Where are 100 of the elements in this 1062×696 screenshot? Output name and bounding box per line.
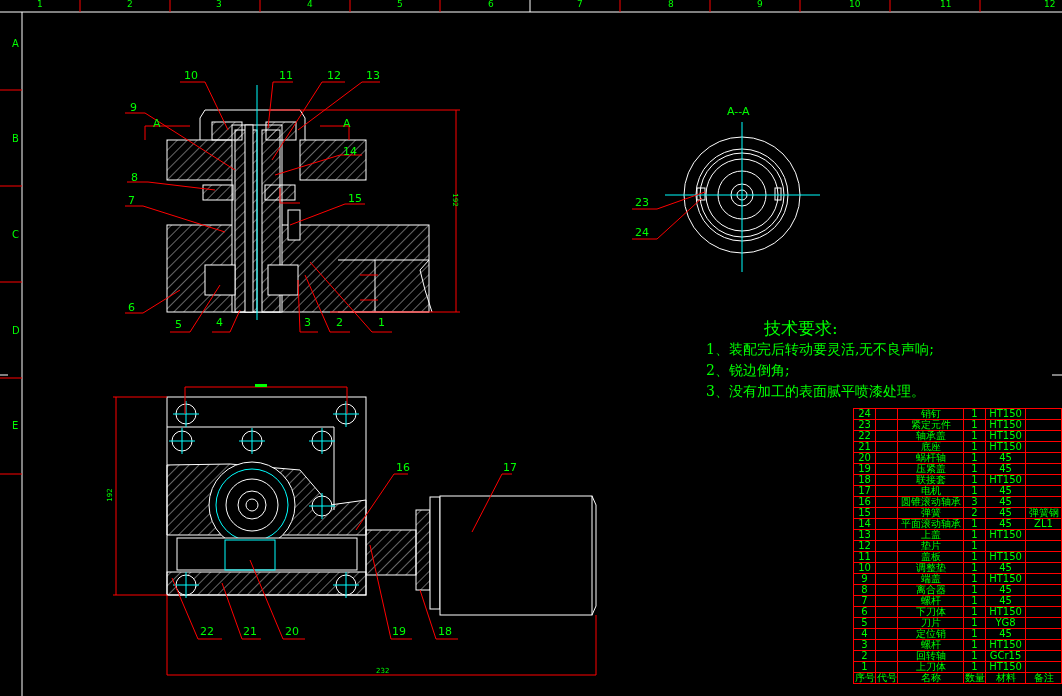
leader-line: [221, 582, 262, 640]
table-cell: 13: [854, 530, 876, 541]
table-cell: HT150: [986, 662, 1026, 673]
table-cell: 8: [854, 585, 876, 596]
callout-number: 13: [366, 70, 380, 82]
callout-number: 10: [184, 70, 198, 82]
callout-number: 18: [438, 626, 452, 638]
grid-column-label: 4: [307, 0, 313, 10]
requirements-title: 技术要求:: [764, 318, 839, 338]
table-cell: [876, 618, 898, 629]
callout-number: 3: [304, 317, 311, 329]
table-cell: 蜗杆轴: [898, 453, 964, 464]
table-cell: HT150: [986, 431, 1026, 442]
table-cell: HT150: [986, 607, 1026, 618]
table-cell: 45: [986, 563, 1026, 574]
callout-number: 12: [327, 70, 341, 82]
table-cell: 16: [854, 497, 876, 508]
table-cell: 下刀体: [898, 607, 964, 618]
table-cell: [1026, 442, 1062, 453]
table-cell: 2: [964, 508, 986, 519]
table-cell: 离合器: [898, 585, 964, 596]
table-cell: 45: [986, 596, 1026, 607]
table-cell: 1: [964, 475, 986, 486]
table-cell: 1: [964, 596, 986, 607]
table-cell: 21: [854, 442, 876, 453]
table-cell: [876, 497, 898, 508]
table-cell: [876, 607, 898, 618]
table-cell: 22: [854, 431, 876, 442]
requirement-text: 3、没有加工的表面腻平喷漆处理。: [706, 382, 926, 401]
table-cell: 1: [964, 431, 986, 442]
callout-number: 24: [635, 227, 649, 239]
callout-number: 4: [216, 317, 223, 329]
callout-number: 5: [175, 319, 182, 331]
callout-number: 19: [392, 626, 406, 638]
table-cell: 20: [854, 453, 876, 464]
table-cell: [876, 585, 898, 596]
table-cell: [1026, 497, 1062, 508]
table-cell: [1026, 464, 1062, 475]
table-cell: [876, 420, 898, 431]
grid-row-label: D: [12, 325, 20, 336]
callout-number: 6: [128, 302, 135, 314]
table-cell: [876, 596, 898, 607]
grid-column-label: 10: [849, 0, 861, 10]
table-cell: 盖板: [898, 552, 964, 563]
table-cell: 电机: [898, 486, 964, 497]
table-cell: [1026, 574, 1062, 585]
table-header: 代号: [876, 673, 898, 684]
table-cell: [876, 662, 898, 673]
table-cell: [876, 552, 898, 563]
table-cell: HT150: [986, 442, 1026, 453]
table-cell: 2: [854, 651, 876, 662]
callout-number: 16: [396, 462, 410, 474]
table-cell: 11: [854, 552, 876, 563]
table-cell: 弹簧钢: [1026, 508, 1062, 519]
table-cell: 弹簧: [898, 508, 964, 519]
table-cell: [876, 563, 898, 574]
table-cell: 45: [986, 629, 1026, 640]
grid-column-label: 8: [668, 0, 674, 10]
table-cell: 压紧盖: [898, 464, 964, 475]
table-cell: [1026, 596, 1062, 607]
callout-number: 14: [343, 146, 357, 158]
table-cell: [1026, 453, 1062, 464]
leader-line: [171, 577, 223, 640]
callout-number: 8: [131, 172, 138, 184]
table-cell: 底座: [898, 442, 964, 453]
table-cell: 轴承盖: [898, 431, 964, 442]
table-cell: HT150: [986, 475, 1026, 486]
table-header: 材料: [986, 673, 1026, 684]
table-cell: 定位销: [898, 629, 964, 640]
table-cell: [876, 475, 898, 486]
table-cell: [876, 486, 898, 497]
leader-line: [419, 589, 459, 640]
table-cell: 19: [854, 464, 876, 475]
table-cell: [1026, 541, 1062, 552]
table-cell: 45: [986, 486, 1026, 497]
callout-number: 15: [348, 193, 362, 205]
table-cell: 12: [854, 541, 876, 552]
section-mark: A: [153, 118, 161, 130]
table-cell: 1: [964, 453, 986, 464]
table-cell: 1: [964, 585, 986, 596]
table-header: 数量: [964, 673, 986, 684]
table-cell: 1: [964, 530, 986, 541]
table-cell: 1: [964, 442, 986, 453]
table-cell: 上刀体: [898, 662, 964, 673]
grid-column-label: 9: [757, 0, 763, 10]
table-cell: 7: [854, 596, 876, 607]
grid-row-label: E: [12, 420, 19, 431]
table-cell: HT150: [986, 409, 1026, 420]
table-cell: 45: [986, 519, 1026, 530]
grid-row-label: B: [12, 133, 19, 144]
table-cell: [1026, 618, 1062, 629]
table-cell: 45: [986, 453, 1026, 464]
table-cell: [1026, 420, 1062, 431]
table-cell: 18: [854, 475, 876, 486]
table-cell: [876, 519, 898, 530]
table-cell: [1026, 431, 1062, 442]
leader-line: [355, 473, 409, 531]
callout-number: 22: [200, 626, 214, 638]
table-cell: [1026, 651, 1062, 662]
table-cell: 1: [964, 574, 986, 585]
